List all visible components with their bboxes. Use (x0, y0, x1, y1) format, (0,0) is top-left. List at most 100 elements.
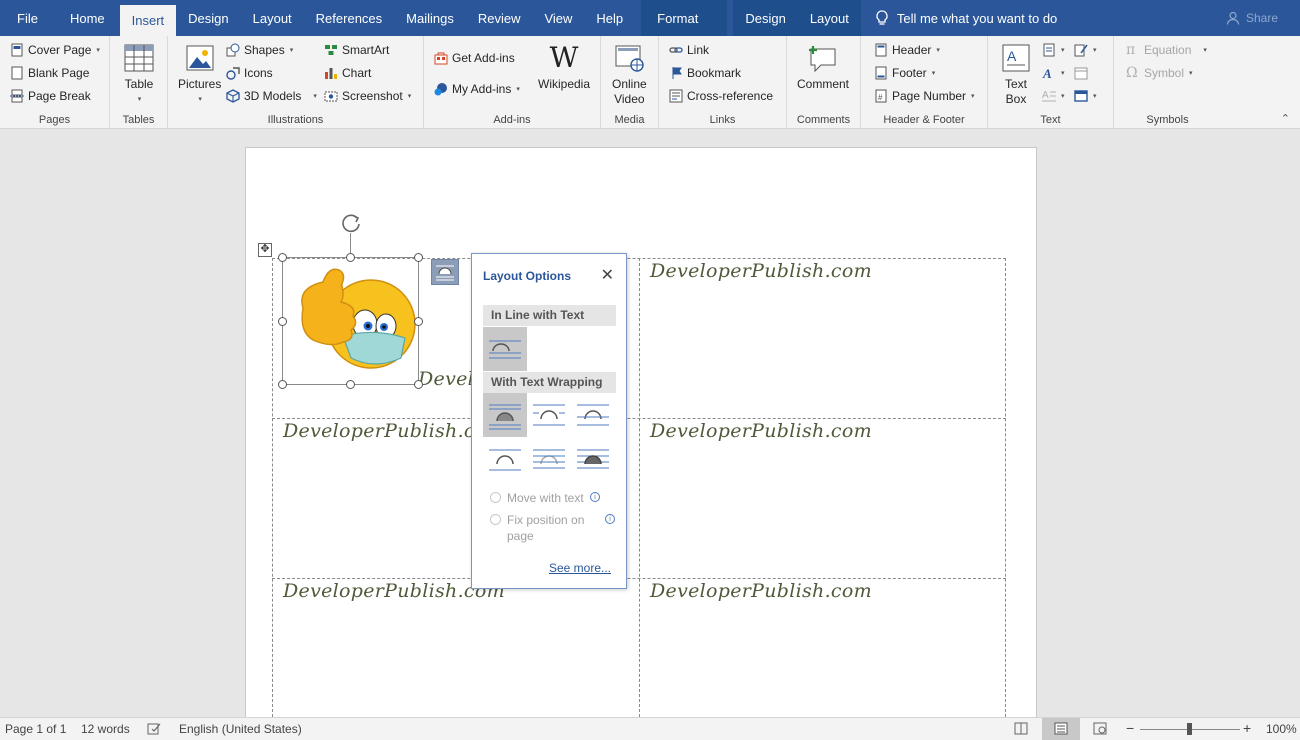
label-cell-text[interactable]: DeveloperPublish.com (650, 420, 872, 442)
tab-table-design[interactable]: Design (733, 0, 798, 36)
collapse-ribbon-icon[interactable]: ⌃ (1281, 112, 1290, 125)
my-addins-button[interactable]: My Add-ins ▾ (434, 82, 520, 96)
chevron-down-icon: ▾ (1203, 47, 1207, 54)
resize-handle-n[interactable] (346, 253, 355, 262)
resize-handle-e[interactable] (414, 317, 423, 326)
comment-button[interactable]: Comment (797, 43, 849, 92)
resize-handle-nw[interactable] (278, 253, 287, 262)
wikipedia-label: Wikipedia (538, 77, 591, 91)
3d-models-label: 3D Models (244, 89, 302, 103)
read-mode-icon[interactable] (1014, 722, 1028, 735)
resize-handle-sw[interactable] (278, 380, 287, 389)
tab-references[interactable]: References (304, 0, 394, 36)
tab-review[interactable]: Review (466, 0, 533, 36)
symbol-button[interactable]: Ω Symbol ▾ (1126, 66, 1193, 80)
shapes-icon (226, 43, 240, 57)
footer-button[interactable]: Footer ▾ (874, 66, 935, 80)
equation-label: Equation (1144, 43, 1192, 57)
wrap-top-bottom-option[interactable] (483, 438, 527, 482)
tab-mailings[interactable]: Mailings (394, 0, 466, 36)
tell-me-search[interactable]: Tell me what you want to do (861, 0, 1057, 36)
resize-handle-ne[interactable] (414, 253, 423, 262)
cross-reference-button[interactable]: Cross-reference (669, 89, 773, 103)
info-icon[interactable]: i (590, 492, 600, 502)
layout-options-button[interactable] (431, 259, 459, 285)
tab-design[interactable]: Design (176, 0, 240, 36)
move-with-text-radio[interactable]: Move with text (490, 490, 584, 506)
info-icon[interactable]: i (605, 514, 615, 524)
signature-line-button[interactable]: ▾ (1074, 43, 1097, 57)
wikipedia-button[interactable]: W Wikipedia (538, 43, 590, 92)
link-button[interactable]: Link (669, 43, 709, 57)
proofing-icon[interactable] (147, 723, 161, 735)
resize-handle-s[interactable] (346, 380, 355, 389)
tab-file[interactable]: File (0, 0, 55, 36)
resize-handle-se[interactable] (414, 380, 423, 389)
print-layout-button[interactable] (1042, 718, 1080, 740)
table-move-handle-icon[interactable]: ✥ (258, 243, 272, 257)
zoom-out-button[interactable]: − (1126, 720, 1134, 736)
share-button[interactable]: Share (1226, 0, 1278, 36)
icons-button[interactable]: Icons (226, 66, 273, 80)
tab-home[interactable]: Home (55, 0, 120, 36)
3d-models-button[interactable]: 3D Models ▾ (226, 89, 317, 103)
cover-page-label: Cover Page (28, 43, 92, 57)
text-box-button[interactable]: A Text Box (1000, 43, 1032, 107)
zoom-in-button[interactable]: + (1243, 720, 1251, 736)
cover-page-button[interactable]: Cover Page ▾ (10, 43, 100, 57)
tab-layout[interactable]: Layout (241, 0, 304, 36)
page-break-button[interactable]: Page Break (10, 89, 91, 103)
wrap-inline-option[interactable] (483, 327, 527, 371)
close-icon[interactable]: ✕ (601, 265, 614, 285)
get-addins-button[interactable]: Get Add-ins (434, 51, 515, 65)
quick-parts-button[interactable]: ▾ (1042, 43, 1065, 57)
object-button[interactable]: ▾ (1074, 89, 1097, 103)
equation-button[interactable]: π Equation ▾ (1126, 43, 1207, 57)
label-cell-text[interactable]: DeveloperPublish.com (650, 260, 872, 282)
pictures-button[interactable]: Pictures ▾ (178, 43, 221, 107)
fix-position-label: Fix position on page (507, 512, 584, 544)
tab-help[interactable]: Help (584, 0, 635, 36)
blank-page-label: Blank Page (28, 66, 90, 80)
link-icon (669, 47, 683, 53)
drop-cap-button[interactable]: A ▾ (1042, 89, 1065, 103)
table-label: Table (124, 77, 154, 91)
smartart-button[interactable]: SmartArt (324, 43, 389, 57)
zoom-level[interactable]: 100% (1266, 722, 1297, 736)
bookmark-button[interactable]: Bookmark (669, 66, 741, 80)
chart-button[interactable]: Chart (324, 66, 371, 80)
group-media: Online Video Media (601, 36, 659, 129)
online-video-button[interactable]: Online Video (612, 43, 647, 107)
resize-handle-w[interactable] (278, 317, 287, 326)
label-cell-text[interactable]: DeveloperPublish.com (650, 580, 872, 602)
fix-position-radio[interactable]: Fix position on page (490, 512, 584, 544)
blank-page-button[interactable]: Blank Page (10, 66, 89, 80)
date-time-button[interactable] (1074, 66, 1088, 80)
page-count[interactable]: Page 1 of 1 (5, 722, 66, 736)
wordart-button[interactable]: A ▾ (1042, 66, 1065, 80)
store-icon (434, 52, 448, 65)
rotate-handle-icon[interactable] (340, 212, 362, 234)
wrap-through-option[interactable] (571, 393, 615, 437)
header-button[interactable]: Header ▾ (874, 43, 940, 57)
tab-picture-format[interactable]: Format (641, 0, 728, 36)
wrap-behind-text-option[interactable] (527, 438, 571, 482)
word-count[interactable]: 12 words (81, 722, 130, 736)
tab-insert[interactable]: Insert (119, 5, 177, 36)
see-more-link[interactable]: See more... (549, 561, 611, 575)
zoom-slider-thumb[interactable] (1187, 723, 1192, 735)
web-layout-icon[interactable] (1093, 722, 1107, 735)
language[interactable]: English (United States) (179, 722, 302, 736)
shapes-button[interactable]: Shapes ▾ (226, 43, 293, 57)
selected-image[interactable] (278, 253, 423, 389)
tell-me-text: Tell me what you want to do (896, 10, 1058, 26)
wrap-tight-option[interactable] (527, 393, 571, 437)
screenshot-button[interactable]: Screenshot ▾ (324, 89, 411, 103)
tab-table-layout[interactable]: Layout (797, 0, 861, 36)
table-button[interactable]: Table ▾ (123, 43, 155, 107)
tab-view[interactable]: View (532, 0, 584, 36)
date-time-icon (1074, 67, 1088, 80)
wrap-square-option[interactable] (483, 393, 527, 437)
page-number-button[interactable]: # Page Number ▾ (874, 89, 975, 103)
wrap-in-front-option[interactable] (571, 438, 615, 482)
